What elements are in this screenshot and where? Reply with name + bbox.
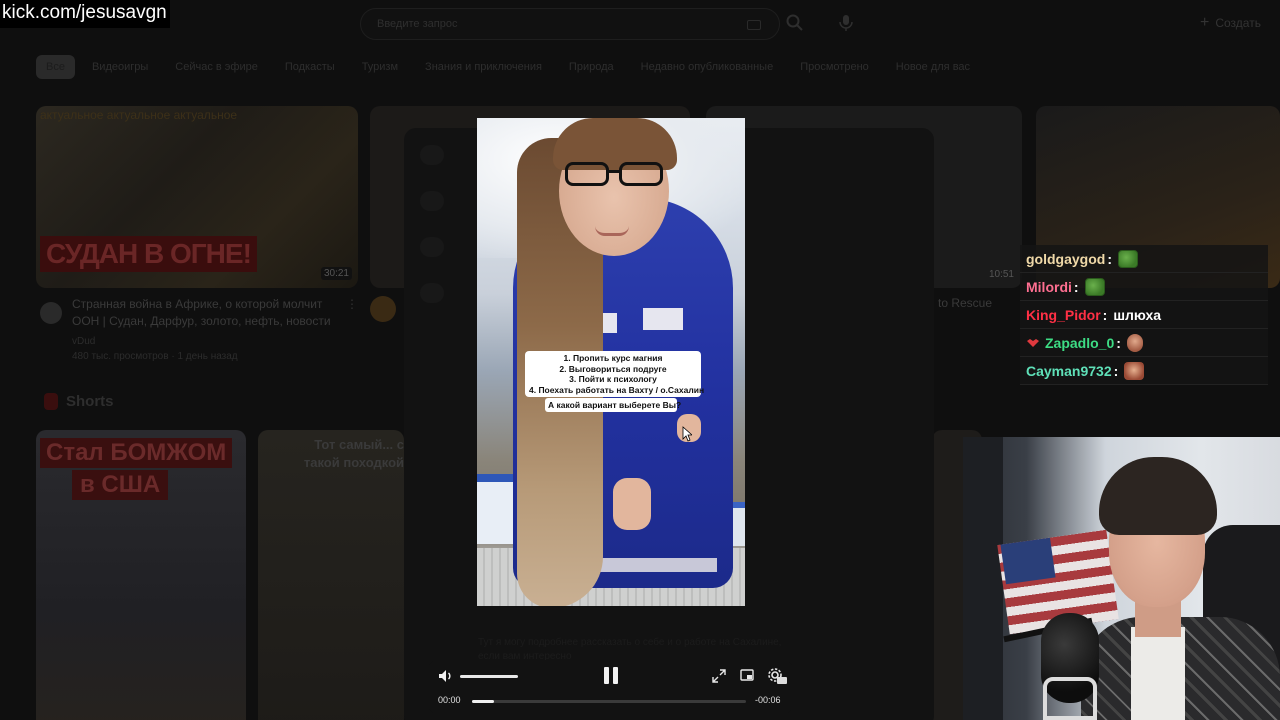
chip-watched[interactable]: Просмотрено — [790, 55, 879, 79]
chip-all[interactable]: Все — [36, 55, 75, 79]
volume-slider[interactable] — [460, 675, 518, 678]
chat-username: King_Pidor — [1026, 306, 1101, 323]
dislike-icon[interactable] — [420, 191, 444, 211]
channel-avatar[interactable] — [370, 296, 396, 322]
like-icon[interactable] — [420, 145, 444, 165]
overlay-line: 3. Пойти к психологу — [569, 374, 657, 384]
chip-new[interactable]: Новое для вас — [886, 55, 980, 79]
seek-bar[interactable] — [472, 700, 746, 703]
glasses-icon — [565, 162, 665, 188]
shorts-heading-label: Shorts — [66, 393, 114, 410]
chat-badge-icon — [1027, 338, 1039, 347]
pause-button[interactable] — [601, 667, 621, 685]
chat-message: goldgaygod: — [1020, 245, 1268, 273]
shorts-heading: Shorts — [44, 393, 114, 410]
short-caption: Тот самый... с такой походкой — [303, 437, 404, 470]
short-thumbnail-1[interactable]: Стал БОМЖОМ в США — [36, 430, 246, 720]
chip-nature[interactable]: Природа — [559, 55, 624, 79]
time-remaining: -00:06 — [755, 695, 781, 705]
overlay-line: 1. Пропить курс магния — [563, 353, 663, 363]
hand-emote-icon — [1126, 333, 1143, 352]
keyboard-icon[interactable] — [747, 20, 761, 30]
view-info: 480 тыс. просмотров · 1 день назад — [72, 351, 238, 362]
chat-message: Milordi: — [1020, 273, 1268, 301]
channel-avatar[interactable] — [40, 302, 62, 324]
hd-badge — [777, 677, 787, 684]
create-label: Создать — [1215, 16, 1261, 30]
chip-tourism[interactable]: Туризм — [352, 55, 408, 79]
chip-videogames[interactable]: Видеоигры — [82, 55, 158, 79]
shorts-side-actions — [420, 145, 450, 329]
time-current: 00:00 — [438, 695, 461, 705]
stream-frame: Введите запрос + Создать Все Видеоигры С… — [0, 0, 1280, 720]
chat-username: Milordi — [1026, 278, 1072, 295]
overlay-line: 2. Выговориться подруге — [559, 363, 667, 374]
video-thumbnail-1[interactable]: актуальное актуальное актуальное СУДАН В… — [36, 106, 358, 288]
video-duration: 10:51 — [988, 269, 1014, 280]
chip-knowledge[interactable]: Знания и приключения — [415, 55, 552, 79]
chat-message: King_Pidor: шлюха — [1020, 301, 1268, 329]
volume-icon[interactable] — [438, 669, 454, 683]
video-question-overlay: А какой вариант выберете Вы? — [545, 398, 681, 412]
plus-icon: + — [1200, 14, 1210, 31]
overlay-line: 4. Поехать работать на Вахту / о.Сахалин — [529, 384, 705, 395]
mouse-cursor-icon — [682, 426, 692, 442]
chip-live[interactable]: Сейчас в эфире — [165, 55, 268, 79]
frog-emote-icon — [1084, 277, 1105, 296]
picture-in-picture-icon[interactable] — [740, 668, 754, 682]
chat-message: Zapadlo_0: — [1020, 329, 1268, 357]
video-title[interactable]: Странная война в Африке, о которой молчи… — [72, 296, 352, 330]
thumbnail-tag: актуальное актуальное актуальное — [40, 108, 238, 122]
fullscreen-icon[interactable] — [712, 669, 726, 683]
video-title[interactable]: to Rescue — [938, 296, 992, 310]
video-text-overlay: 1. Пропить курс магния 2. Выговориться п… — [525, 351, 705, 397]
short-caption: в США — [72, 470, 169, 500]
chat-username: Zapadlo_0 — [1045, 334, 1115, 351]
chip-recent[interactable]: Недавно опубликованные — [631, 55, 784, 79]
video-duration: 30:21 — [320, 267, 352, 280]
thumbnail-banner: СУДАН В ОГНЕ! — [40, 236, 257, 272]
streamer-webcam — [963, 437, 1280, 720]
chat-overlay: goldgaygod: Milordi: King_Pidor: шлюха Z… — [1020, 245, 1268, 385]
search-icon[interactable] — [786, 14, 804, 32]
category-chips: Все Видеоигры Сейчас в эфире Подкасты Ту… — [36, 55, 987, 79]
face-emote-icon — [1124, 361, 1145, 380]
more-options-icon[interactable]: ⋮ — [346, 297, 358, 311]
chat-text: шлюха — [1113, 306, 1162, 323]
stream-url-watermark: kick.com/jesusavgn — [0, 0, 170, 28]
seek-progress — [472, 700, 494, 703]
chat-username: Cayman9732 — [1026, 362, 1112, 379]
comment-icon[interactable] — [420, 237, 444, 257]
chip-podcasts[interactable]: Подкасты — [275, 55, 345, 79]
channel-name[interactable]: vDud — [72, 334, 238, 349]
short-caption: Стал БОМЖОМ — [40, 438, 233, 468]
short-video-player[interactable]: 1. Пропить курс магния 2. Выговориться п… — [477, 118, 745, 606]
share-icon[interactable] — [420, 283, 444, 303]
yt-search-box[interactable]: Введите запрос — [360, 8, 780, 40]
chat-username: goldgaygod — [1026, 250, 1106, 267]
create-button[interactable]: + Создать — [1200, 14, 1261, 32]
video-meta: vDud 480 тыс. просмотров · 1 день назад — [72, 334, 238, 364]
mic-icon[interactable] — [838, 14, 854, 32]
short-thumbnail-2[interactable]: Тот самый... с такой походкой — [258, 430, 404, 720]
shorts-icon — [44, 393, 58, 410]
chat-message: Cayman9732: — [1020, 357, 1268, 385]
yt-search-placeholder: Введите запрос — [377, 18, 458, 30]
player-controls: 00:00 -00:06 — [428, 660, 793, 714]
frog-emote-icon — [1118, 249, 1138, 268]
